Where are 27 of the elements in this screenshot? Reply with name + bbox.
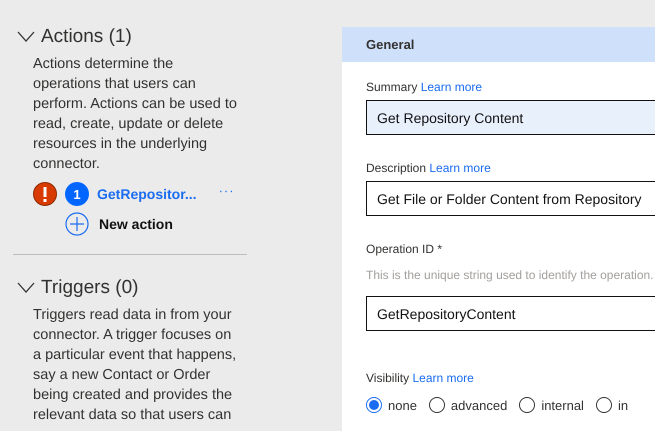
section-header: General bbox=[342, 27, 655, 62]
field-hint: This is the unique string used to identify the operation. bbox=[366, 268, 655, 282]
learn-more-link[interactable]: Learn more bbox=[429, 161, 491, 175]
chevron-icon[interactable] bbox=[17, 31, 35, 43]
chevron-icon[interactable] bbox=[17, 282, 35, 294]
section-description: Actions determine the operations that users can perform. Actions can be used to read, create, update or delete resources in the underlying connector. bbox=[33, 55, 238, 174]
field-label: Visibility Learn more bbox=[366, 371, 475, 385]
new-action-button[interactable]: New action bbox=[65, 212, 173, 236]
section-title: Triggers (0) bbox=[41, 277, 138, 299]
plus-icon bbox=[65, 212, 89, 236]
text-field[interactable]: Get File or Folder Content from Repository bbox=[366, 181, 655, 216]
number-badge: 1 bbox=[65, 182, 89, 206]
text-field[interactable]: Get Repository Content bbox=[366, 100, 655, 135]
action-link[interactable]: GetRepositor... bbox=[97, 186, 197, 202]
section-description: Triggers read data in from your connector. A trigger focuses on a particular event that happens, say a new Contact or Order being created and provides the relevant data so that users can bbox=[33, 306, 238, 425]
section-title: Actions (1) bbox=[41, 26, 132, 48]
radio-option[interactable]: advanced bbox=[428, 397, 508, 413]
radio-option[interactable]: none bbox=[366, 397, 417, 413]
text-field[interactable]: GetRepositoryContent bbox=[366, 296, 655, 331]
field-label: Operation ID * bbox=[366, 242, 444, 256]
radio-option[interactable]: internal bbox=[519, 397, 584, 413]
learn-more-link[interactable]: Learn more bbox=[420, 80, 482, 94]
radio-option[interactable]: in bbox=[596, 397, 628, 413]
learn-more-link[interactable]: Learn more bbox=[412, 371, 474, 385]
field-label: Summary Learn more bbox=[366, 80, 484, 94]
field-label: Description Learn more bbox=[366, 161, 492, 175]
more-button[interactable]: ··· bbox=[218, 182, 235, 198]
